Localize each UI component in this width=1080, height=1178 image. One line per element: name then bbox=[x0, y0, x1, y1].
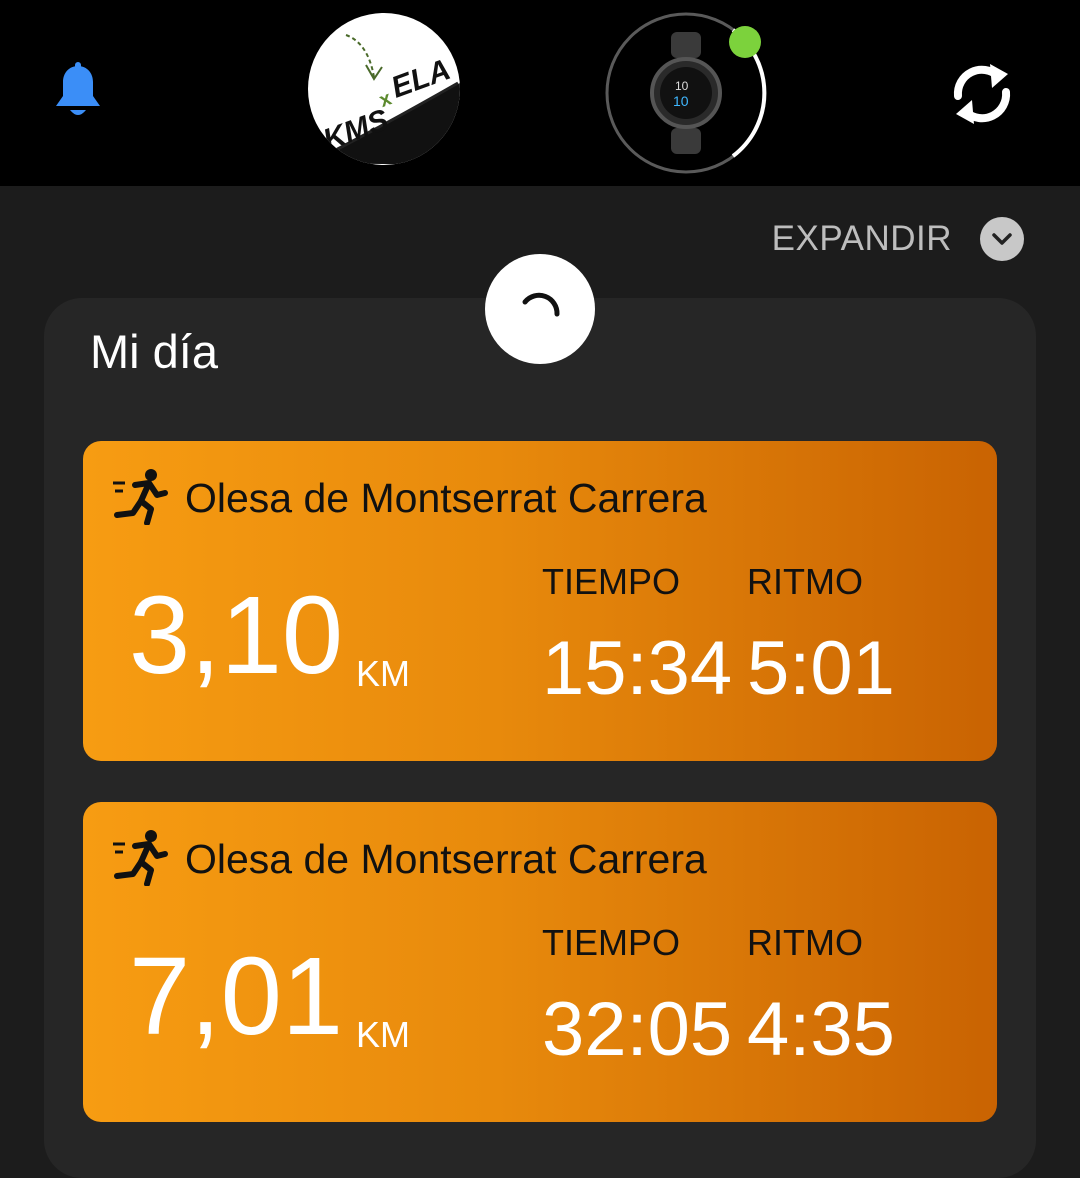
expand-label: EXPANDIR bbox=[771, 219, 952, 258]
activity-distance: 3,10 bbox=[129, 574, 344, 697]
activity-card[interactable]: Olesa de Montserrat Carrera 3,10 KM TIEM… bbox=[83, 441, 997, 761]
activity-title: Olesa de Montserrat Carrera bbox=[185, 475, 707, 521]
activity-distance: 7,01 bbox=[129, 935, 344, 1058]
time-label: TIEMPO bbox=[542, 561, 681, 602]
pace-label: RITMO bbox=[747, 922, 863, 963]
svg-text:10: 10 bbox=[673, 93, 689, 109]
sync-icon[interactable] bbox=[946, 56, 1018, 132]
loading-spinner-icon bbox=[485, 254, 595, 364]
pace-label: RITMO bbox=[747, 561, 863, 602]
profile-avatar[interactable]: KMS x ELA bbox=[308, 13, 460, 165]
activity-card[interactable]: Olesa de Montserrat Carrera 7,01 KM TIEM… bbox=[83, 802, 997, 1122]
distance-unit: KM bbox=[356, 1014, 410, 1055]
pace-value: 4:35 bbox=[747, 987, 895, 1072]
top-bar: KMS x ELA 10 10 bbox=[0, 0, 1080, 186]
time-value: 32:05 bbox=[542, 987, 733, 1072]
distance-unit: KM bbox=[356, 653, 410, 694]
running-icon bbox=[113, 469, 168, 525]
time-value: 15:34 bbox=[542, 626, 733, 711]
profile-logo-icon: KMS x ELA bbox=[308, 34, 460, 165]
expand-toggle[interactable]: EXPANDIR bbox=[772, 216, 1024, 262]
running-icon bbox=[113, 830, 168, 886]
my-day-title: Mi día bbox=[90, 325, 218, 378]
activity-title: Olesa de Montserrat Carrera bbox=[185, 836, 707, 882]
pace-value: 5:01 bbox=[747, 626, 895, 711]
time-label: TIEMPO bbox=[542, 922, 681, 963]
notification-bell-icon[interactable] bbox=[52, 62, 104, 122]
chevron-down-icon bbox=[980, 217, 1024, 261]
svg-text:10: 10 bbox=[675, 79, 689, 93]
device-connected-indicator bbox=[729, 26, 761, 58]
